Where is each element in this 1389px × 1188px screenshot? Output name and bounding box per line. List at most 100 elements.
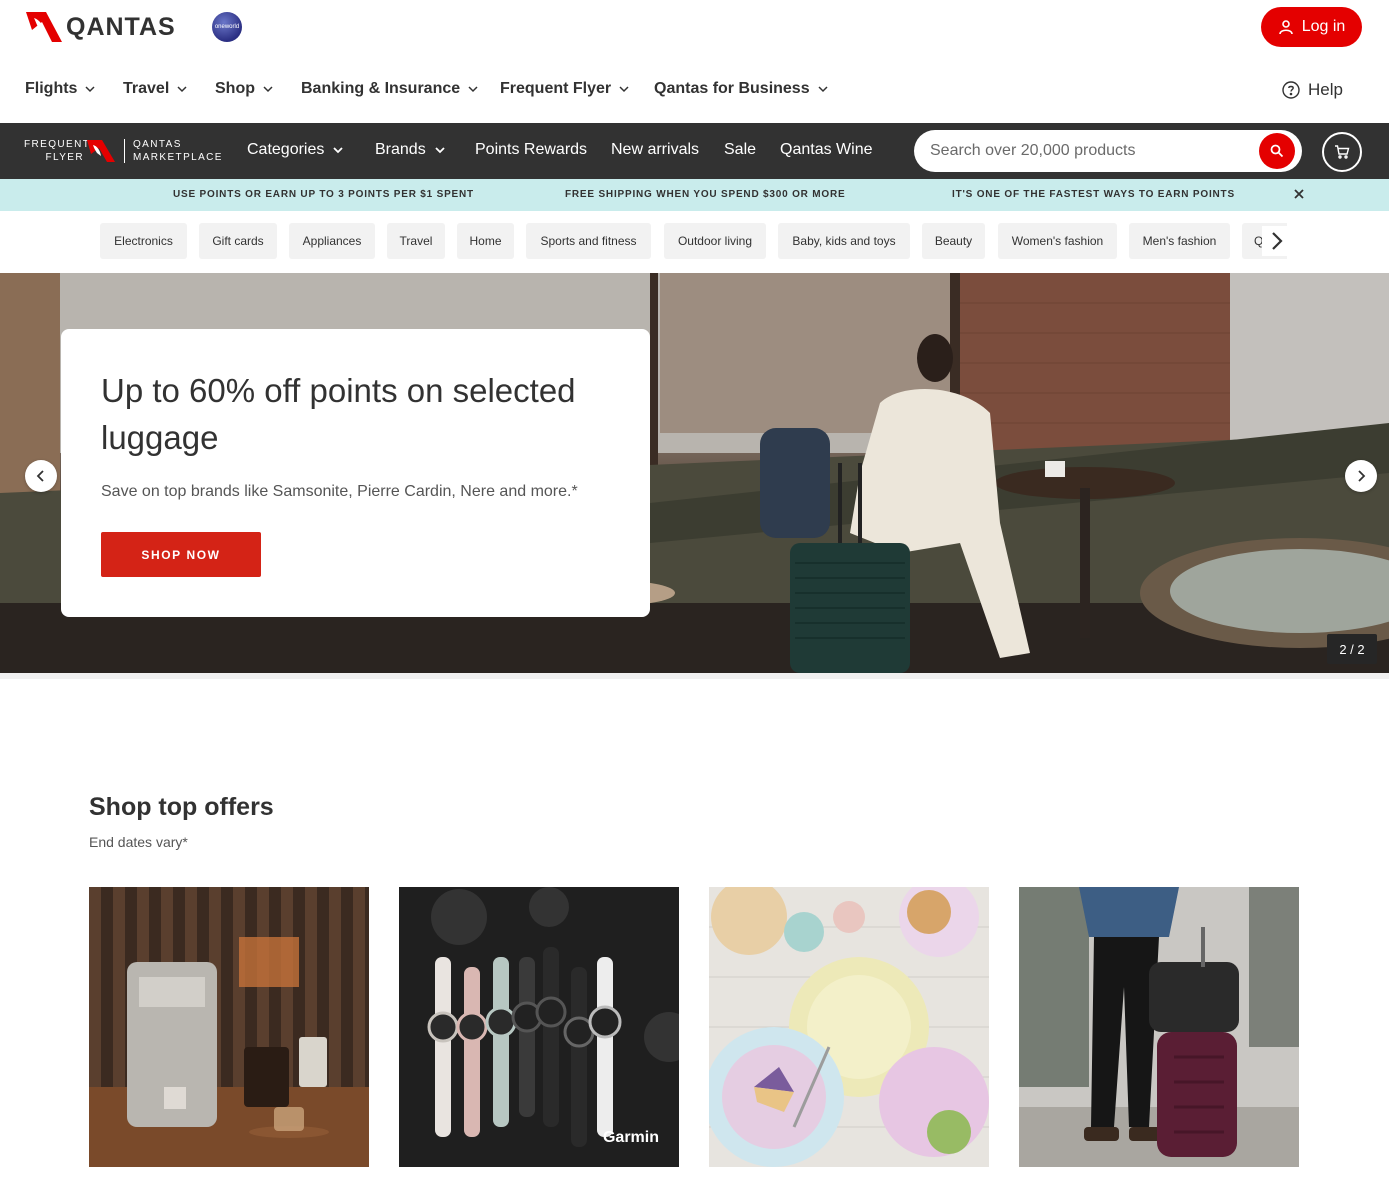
cart-button[interactable] xyxy=(1322,132,1362,172)
kangaroo-logo-icon xyxy=(26,12,62,42)
mnav-label: Categories xyxy=(247,141,325,158)
nav-label: Frequent Flyer xyxy=(500,80,612,97)
hero-title: Up to 60% off points on selected luggage xyxy=(101,372,576,456)
marketplace-nav-qantas-wine[interactable]: Qantas Wine xyxy=(780,141,872,159)
main-nav: Flights Travel Shop Banking & Insurance … xyxy=(0,68,1389,112)
marketplace-nav-sale[interactable]: Sale xyxy=(724,141,756,159)
search-input[interactable] xyxy=(930,140,1250,162)
nav-item-travel[interactable]: Travel xyxy=(123,80,187,98)
chevron-down-icon xyxy=(619,86,629,93)
search-button[interactable] xyxy=(1259,133,1295,169)
chip-home[interactable]: Home xyxy=(457,223,514,259)
carousel-next-button[interactable] xyxy=(1345,460,1377,492)
chevron-down-icon xyxy=(818,86,828,93)
offer-tile-luggage[interactable] xyxy=(1019,887,1299,1167)
qantas-wordmark: QANTAS xyxy=(66,12,176,41)
section-subtitle: End dates vary* xyxy=(89,834,188,850)
top-bar: QANTAS oneworld Log in xyxy=(0,0,1389,56)
chip-beauty[interactable]: Beauty xyxy=(922,223,985,259)
marketplace-logo-line2: MARKETPLACE xyxy=(133,152,223,163)
ff-logo-line1: FREQUENT xyxy=(24,139,91,150)
chip-sports-and-fitness[interactable]: Sports and fitness xyxy=(526,223,651,259)
login-button[interactable]: Log in xyxy=(1261,7,1362,47)
chevron-down-icon xyxy=(468,86,478,93)
smartwatches-image xyxy=(399,887,679,1167)
marketplace-nav-brands[interactable]: Brands xyxy=(375,141,445,159)
qantas-logo[interactable]: QANTAS xyxy=(24,8,189,46)
ff-logo-right: QANTAS MARKETPLACE xyxy=(133,138,223,164)
chevron-down-icon xyxy=(435,147,445,154)
nav-label: Flights xyxy=(25,80,78,97)
offer-tile-coffee-machine[interactable] xyxy=(89,887,369,1167)
nav-label: Qantas for Business xyxy=(654,80,810,97)
shop-now-button[interactable]: SHOP NOW xyxy=(101,532,261,577)
mnav-label: Points Rewards xyxy=(475,141,588,158)
nav-label: Banking & Insurance xyxy=(301,80,461,97)
chevron-down-icon xyxy=(333,147,344,154)
help-label: Help xyxy=(1308,80,1343,99)
marketplace-nav-points-rewards[interactable]: Points Rewards xyxy=(475,141,587,159)
hero-card: Up to 60% off points on selected luggage… xyxy=(61,329,650,617)
search-icon xyxy=(1270,144,1284,158)
user-icon xyxy=(1278,20,1293,35)
offer-tile-tableware[interactable] xyxy=(709,887,989,1167)
offer-tile-smartwatches[interactable]: Garmin xyxy=(399,887,679,1167)
slide-counter: 2 / 2 xyxy=(1327,634,1377,664)
coffee-machine-image xyxy=(89,887,369,1167)
mnav-label: Qantas Wine xyxy=(780,141,873,158)
chip-gift-cards[interactable]: Gift cards xyxy=(199,223,277,259)
mnav-label: Brands xyxy=(375,141,426,158)
chip-baby-kids-and-toys[interactable]: Baby, kids and toys xyxy=(778,223,910,259)
promo-message: USE POINTS OR EARN UP TO 3 POINTS PER $1… xyxy=(173,189,474,200)
offer-brand-label: Garmin xyxy=(602,1129,659,1146)
kangaroo-icon xyxy=(87,140,115,162)
marketplace-bar: FREQUENT FLYER QANTAS MARKETPLACE Catego… xyxy=(0,123,1389,179)
nav-item-shop[interactable]: Shop xyxy=(215,80,273,98)
close-icon[interactable] xyxy=(1292,187,1306,201)
ff-logo-line2: FLYER xyxy=(45,152,84,163)
mnav-label: Sale xyxy=(724,141,757,158)
category-chips: Electronics Gift cards Appliances Travel… xyxy=(100,223,1287,259)
carousel-prev-button[interactable] xyxy=(25,460,57,492)
marketplace-logo-line1: QANTAS xyxy=(133,139,182,150)
mnav-label: New arrivals xyxy=(611,141,700,158)
nav-item-qantas-for-business[interactable]: Qantas for Business xyxy=(654,80,828,98)
promo-message: FREE SHIPPING WHEN YOU SPEND $300 OR MOR… xyxy=(565,189,846,200)
section-title: Shop top offers xyxy=(89,793,274,821)
nav-label: Travel xyxy=(123,80,170,97)
nav-item-flights[interactable]: Flights xyxy=(25,80,95,98)
ff-logo-left: FREQUENT FLYER xyxy=(24,138,91,164)
nav-item-banking-insurance[interactable]: Banking & Insurance xyxy=(301,80,478,98)
chip-outdoor-living[interactable]: Outdoor living xyxy=(664,223,766,259)
promo-message: IT'S ONE OF THE FASTEST WAYS TO EARN POI… xyxy=(952,189,1235,200)
tableware-image xyxy=(709,887,989,1167)
cart-icon xyxy=(1335,145,1350,159)
promo-strip: USE POINTS OR EARN UP TO 3 POINTS PER $1… xyxy=(0,179,1389,211)
chip-travel[interactable]: Travel xyxy=(387,223,445,259)
nav-label: Shop xyxy=(215,80,255,97)
chevron-down-icon xyxy=(85,86,95,93)
chips-next-button[interactable] xyxy=(1262,226,1292,256)
frequent-flyer-marketplace-logo[interactable]: FREQUENT FLYER QANTAS MARKETPLACE xyxy=(24,136,221,166)
chip-appliances[interactable]: Appliances xyxy=(289,223,375,259)
hero-carousel: Up to 60% off points on selected luggage… xyxy=(0,273,1389,673)
chevron-right-icon xyxy=(1358,470,1366,482)
chevron-right-icon xyxy=(1272,232,1283,250)
divider xyxy=(124,139,125,163)
chip-mens-fashion[interactable]: Men's fashion xyxy=(1129,223,1230,259)
marketplace-nav-categories[interactable]: Categories xyxy=(247,141,344,159)
oneworld-logo[interactable]: oneworld xyxy=(212,12,242,42)
chevron-left-icon xyxy=(36,470,44,482)
luggage-image xyxy=(1019,887,1299,1167)
help-link[interactable]: Help xyxy=(1282,80,1343,100)
help-icon xyxy=(1282,81,1300,99)
marketplace-nav-new-arrivals[interactable]: New arrivals xyxy=(611,141,699,159)
search-bar xyxy=(914,130,1302,172)
login-label: Log in xyxy=(1301,18,1346,35)
chevron-down-icon xyxy=(263,86,273,93)
divider xyxy=(0,673,1389,679)
chip-electronics[interactable]: Electronics xyxy=(100,223,187,259)
hero-subtitle: Save on top brands like Samsonite, Pierr… xyxy=(101,483,578,500)
nav-item-frequent-flyer[interactable]: Frequent Flyer xyxy=(500,80,629,98)
chip-womens-fashion[interactable]: Women's fashion xyxy=(998,223,1117,259)
